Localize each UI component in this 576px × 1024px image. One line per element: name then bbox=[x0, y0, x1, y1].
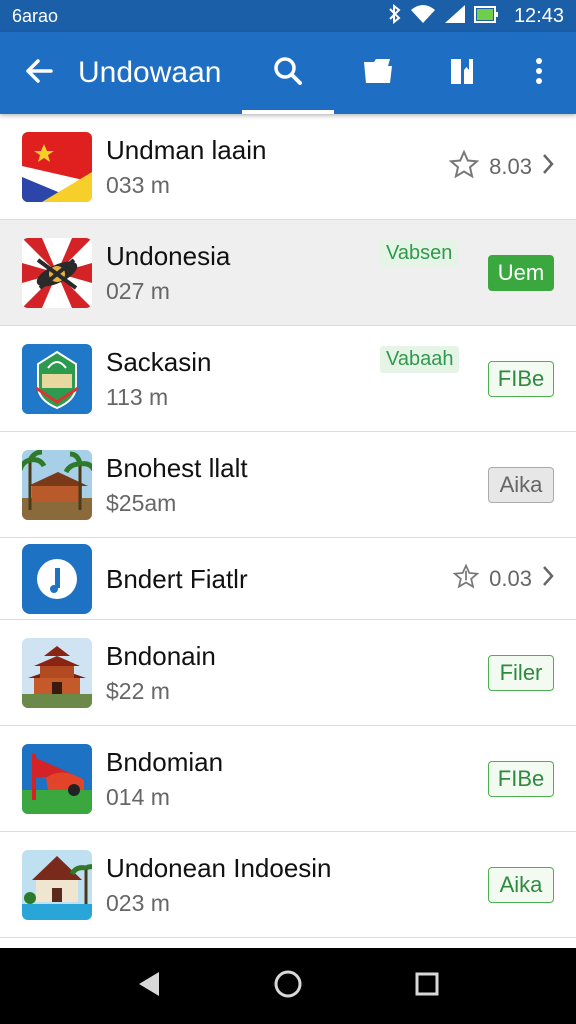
item-size: $22 m bbox=[106, 677, 170, 704]
item-action-button[interactable]: FIBe bbox=[488, 360, 554, 397]
list-item[interactable]: Undonesia 027 m Vabsen Uem bbox=[0, 220, 576, 326]
pagoda-icon bbox=[22, 637, 92, 708]
shield-icon bbox=[22, 343, 92, 414]
carrier-label: 6arao bbox=[12, 5, 59, 26]
item-tag: Vabaah bbox=[380, 346, 460, 373]
triangle-back-icon bbox=[137, 971, 161, 1002]
star-outline-icon bbox=[448, 149, 480, 184]
app-bar: Undowaan bbox=[0, 32, 576, 114]
tab-indicator bbox=[242, 110, 334, 114]
battery-icon bbox=[473, 4, 500, 29]
nav-recents-button[interactable] bbox=[397, 956, 457, 1016]
clock: 12:43 bbox=[513, 4, 564, 27]
item-rating: 0.03 bbox=[452, 562, 554, 595]
back-arrow-icon bbox=[24, 56, 54, 91]
navigation-bar bbox=[0, 948, 576, 1024]
back-button[interactable] bbox=[0, 32, 78, 114]
folder-icon bbox=[362, 56, 394, 91]
circle-home-icon bbox=[273, 969, 303, 1004]
wifi-icon bbox=[410, 4, 436, 29]
list-item[interactable]: Bndonain $22 m Filer bbox=[0, 620, 576, 726]
item-size: 027 m bbox=[106, 277, 170, 304]
item-name: Undman laain bbox=[106, 134, 267, 165]
item-action-button[interactable]: Aika bbox=[488, 466, 554, 503]
item-size: 113 m bbox=[106, 383, 169, 410]
square-recents-icon bbox=[414, 971, 440, 1002]
list-item[interactable]: Undman laain 033 m 8.03 bbox=[0, 114, 576, 220]
rating-value: 0.03 bbox=[489, 565, 532, 591]
item-action-button[interactable]: Uem bbox=[488, 254, 554, 291]
item-action-button[interactable]: FIBe bbox=[488, 760, 554, 797]
item-size: $25am bbox=[106, 489, 177, 516]
star-half-icon bbox=[452, 562, 480, 595]
resort-icon bbox=[22, 449, 92, 520]
item-size: 023 m bbox=[106, 889, 170, 916]
item-name: Bnohest llalt bbox=[106, 452, 248, 483]
list-item[interactable]: Undonean Indoesin 023 m Aika bbox=[0, 832, 576, 938]
item-name: Bndonain bbox=[106, 640, 216, 671]
item-name: Bndert Fiatlr bbox=[106, 563, 248, 594]
app-list[interactable]: Undman laain 033 m 8.03 Undonesia 027 m … bbox=[0, 114, 576, 948]
tool-icon bbox=[22, 743, 92, 814]
rating-value: 8.03 bbox=[489, 153, 532, 179]
book-button[interactable] bbox=[420, 32, 504, 114]
nav-home-button[interactable] bbox=[258, 956, 318, 1016]
list-item[interactable]: Bndert Fiatlr 0.03 bbox=[0, 538, 576, 620]
emblem-icon bbox=[22, 237, 92, 308]
item-rating: 8.03 bbox=[448, 149, 554, 184]
chevron-right-icon[interactable] bbox=[542, 153, 554, 181]
list-item[interactable]: Bnohest llalt $25am Aika bbox=[0, 432, 576, 538]
signal-icon bbox=[444, 4, 466, 29]
nav-back-button[interactable] bbox=[119, 956, 179, 1016]
list-item[interactable]: Bndomian 014 m FIBe bbox=[0, 726, 576, 832]
search-icon bbox=[273, 56, 303, 91]
list-item[interactable]: Sackasin 113 m Vabaah FIBe bbox=[0, 326, 576, 432]
house-icon bbox=[22, 849, 92, 920]
status-bar: 6arao 12:43 bbox=[0, 0, 576, 32]
item-name: Undonean Indoesin bbox=[106, 852, 332, 883]
more-options-button[interactable] bbox=[504, 32, 574, 114]
flag-icon bbox=[22, 131, 92, 202]
app-title: Undowaan bbox=[78, 56, 222, 89]
folder-button[interactable] bbox=[336, 32, 420, 114]
item-size: 014 m bbox=[106, 783, 170, 810]
search-button[interactable] bbox=[240, 32, 336, 114]
list-item-partial[interactable] bbox=[0, 938, 576, 948]
more-vert-icon bbox=[535, 57, 543, 90]
bluetooth-icon bbox=[388, 3, 402, 29]
item-name: Bndomian bbox=[106, 746, 224, 777]
item-action-button[interactable]: Aika bbox=[488, 866, 554, 903]
item-tag: Vabsen bbox=[380, 240, 459, 267]
info-icon bbox=[22, 543, 92, 614]
item-size: 033 m bbox=[106, 171, 170, 198]
chevron-right-icon[interactable] bbox=[542, 565, 554, 593]
item-action-button[interactable]: Filer bbox=[488, 654, 554, 691]
book-icon bbox=[449, 56, 475, 91]
